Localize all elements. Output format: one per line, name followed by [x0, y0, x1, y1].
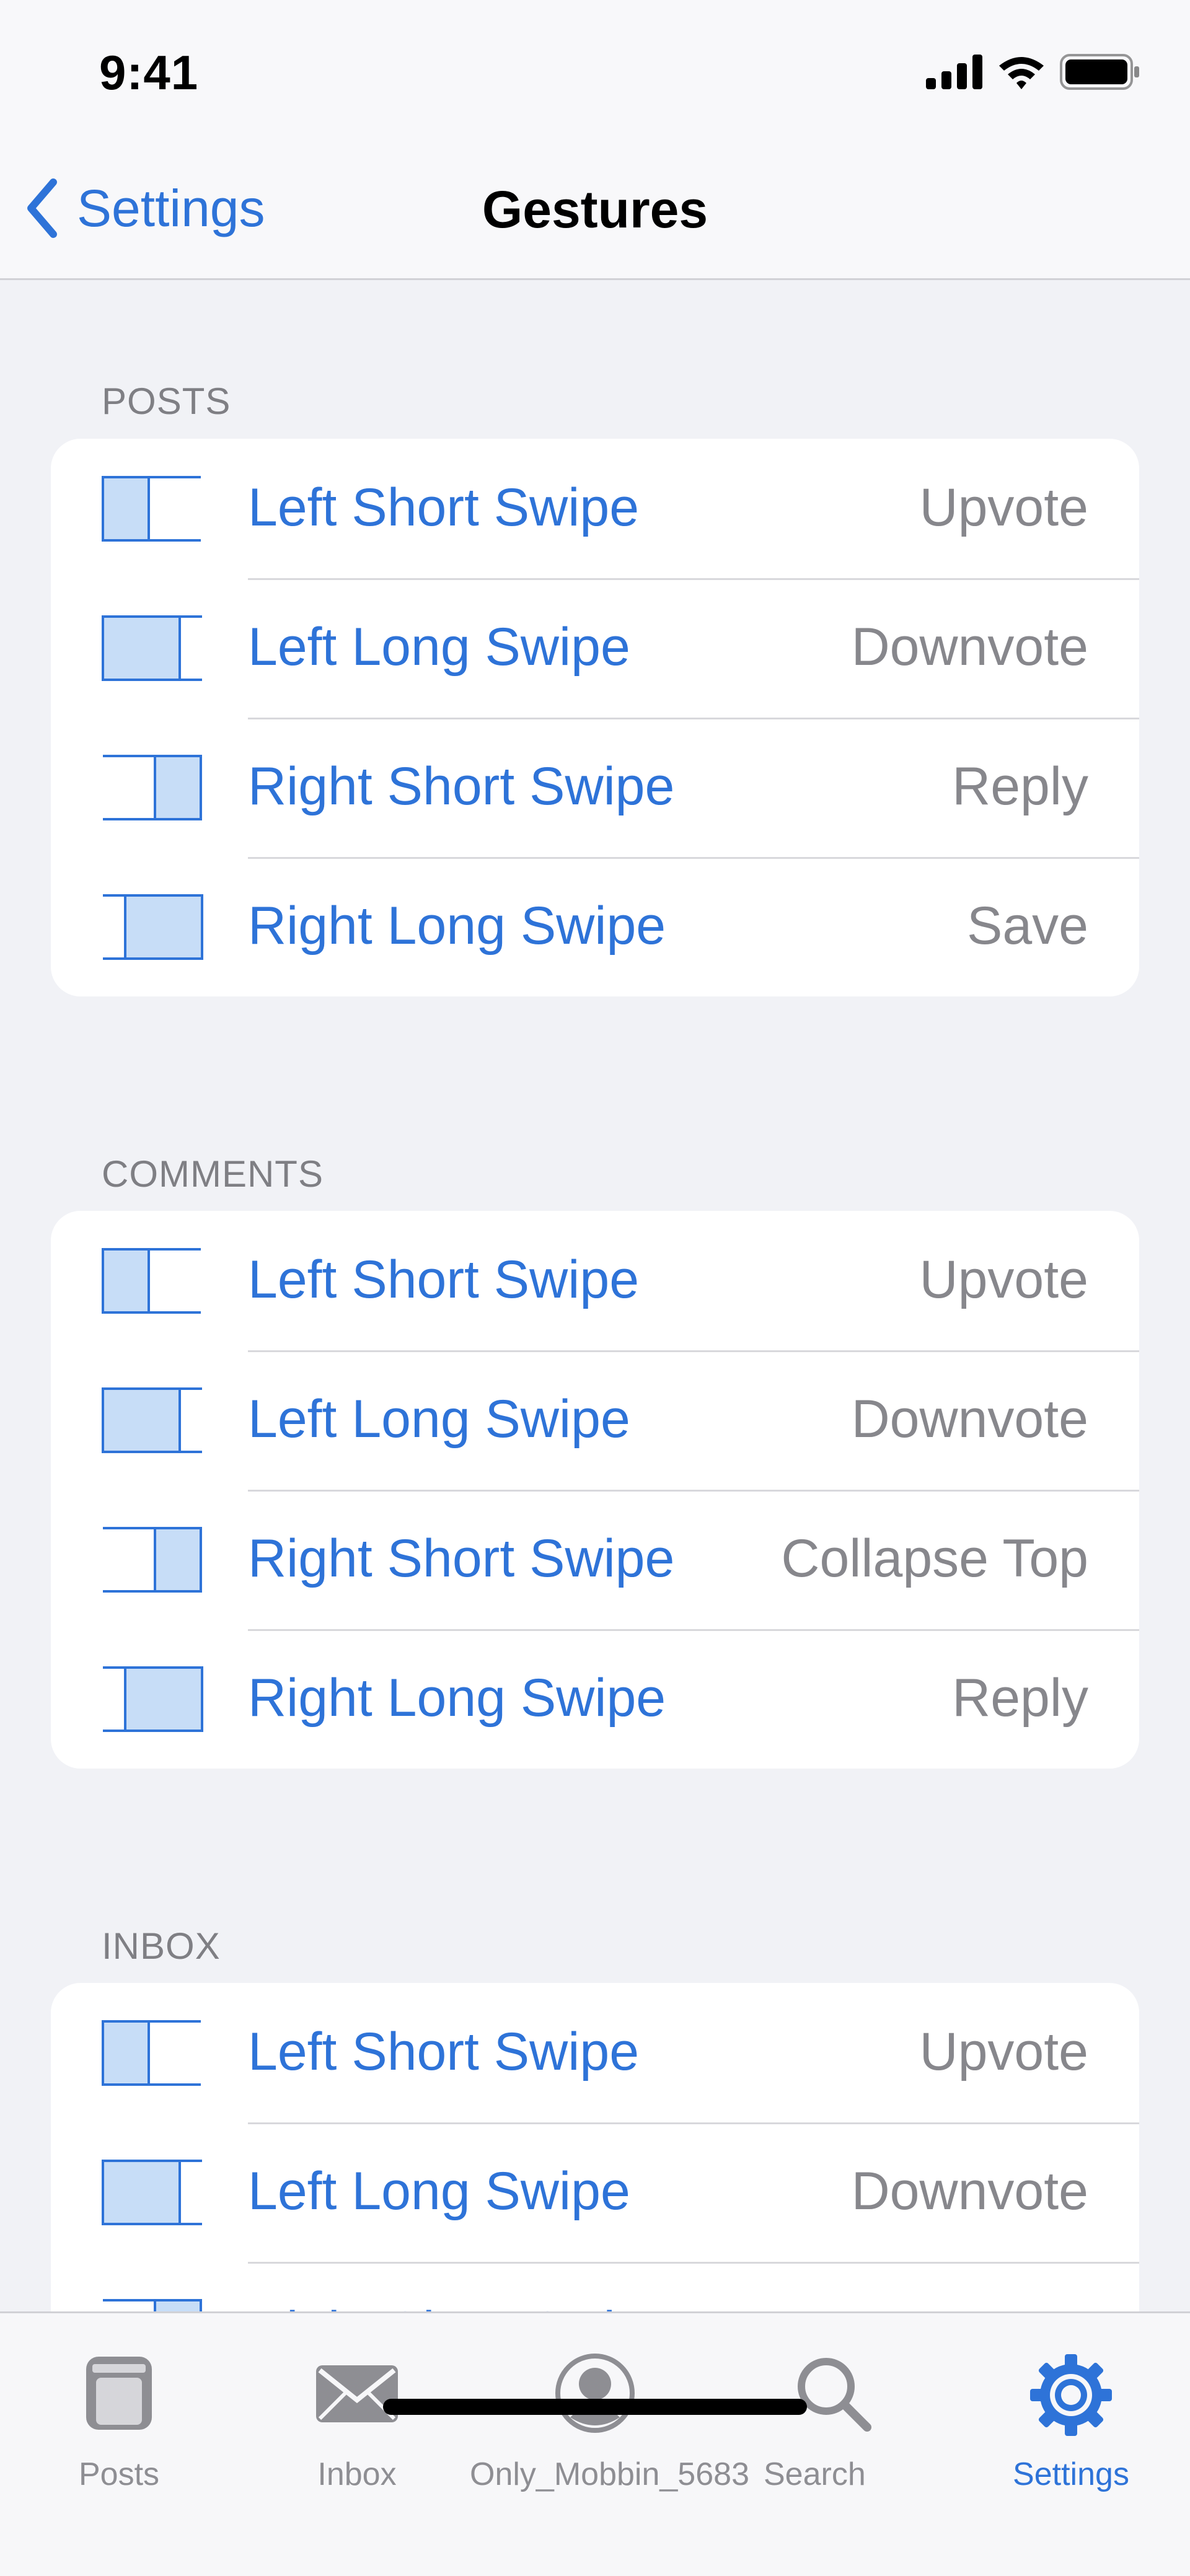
gesture-row[interactable]: Left Short Swipe Upvote	[51, 1211, 1139, 1350]
gestures-settings-screen: 9:41 Settings Gestures POSTS COMMENTS IN…	[0, 0, 1190, 2576]
gesture-label: Right Long Swipe	[248, 1668, 666, 1728]
tab-label-settings: Settings	[1013, 2456, 1129, 2492]
section-header-comments: COMMENTS	[102, 1153, 324, 1195]
left-long-swipe-icon	[102, 2160, 205, 2225]
gesture-row[interactable]: Right Long Swipe Reply	[51, 1629, 1139, 1769]
right-long-swipe-icon	[102, 1666, 205, 1732]
status-time: 9:41	[99, 45, 199, 100]
gesture-row[interactable]: Left Long Swipe Downvote	[51, 1350, 1139, 1490]
left-long-swipe-icon	[102, 615, 205, 681]
settings-gear-icon	[1030, 2354, 1112, 2436]
gesture-action-value: Upvote	[919, 478, 1089, 537]
cellular-signal-icon	[926, 55, 982, 89]
gesture-action-value: Downvote	[851, 2161, 1088, 2221]
wifi-icon	[999, 57, 1044, 89]
gesture-action-value: Upvote	[919, 2022, 1089, 2081]
gesture-row[interactable]: Left Long Swipe Downvote	[51, 2122, 1139, 2262]
section-header-posts: POSTS	[102, 380, 231, 422]
section-header-inbox: INBOX	[102, 1925, 221, 1967]
gesture-action-value: Reply	[952, 757, 1088, 816]
gesture-row[interactable]: Right Long Swipe Save	[51, 857, 1139, 996]
gesture-label: Right Short Swipe	[248, 757, 675, 816]
gesture-label: Right Long Swipe	[248, 896, 666, 956]
right-short-swipe-icon	[102, 755, 205, 820]
gesture-action-value: Save	[966, 896, 1088, 956]
tab-label-posts: Posts	[78, 2456, 160, 2492]
gesture-label: Left Short Swipe	[248, 1250, 640, 1309]
gesture-action-value: Reply	[952, 1668, 1088, 1728]
gesture-row[interactable]: Left Short Swipe Upvote	[51, 1983, 1139, 2122]
gesture-action-value: Downvote	[851, 1389, 1088, 1449]
posts-gesture-list: Left Short Swipe Upvote Left Long Swipe Dow…	[51, 439, 1139, 996]
left-short-swipe-icon	[102, 1248, 205, 1314]
gesture-row[interactable]: Left Short Swipe Upvote	[51, 439, 1139, 578]
gesture-row[interactable]: Right Short Swipe Reply	[51, 718, 1139, 857]
profile-icon	[555, 2354, 635, 2433]
gesture-label: Left Long Swipe	[248, 617, 630, 677]
gesture-action-value: Collapse Top	[781, 1529, 1088, 1588]
tab-label-profile: Only_Mobbin_5683	[470, 2456, 749, 2492]
right-long-swipe-icon	[102, 894, 205, 960]
battery-icon	[1060, 54, 1139, 90]
page-title: Gestures	[482, 180, 708, 239]
gesture-row[interactable]: Right Short Swipe Collapse Top	[51, 1490, 1139, 1629]
tab-posts[interactable]: Posts	[0, 2332, 238, 2492]
inbox-icon	[316, 2365, 398, 2422]
left-short-swipe-icon	[102, 476, 205, 542]
left-long-swipe-icon	[102, 1387, 205, 1453]
right-short-swipe-icon	[102, 1527, 205, 1593]
navigation-bar: Settings Gestures	[0, 143, 1190, 280]
tab-settings[interactable]: Settings	[952, 2332, 1190, 2492]
status-icons	[926, 53, 1140, 90]
posts-icon	[86, 2357, 152, 2430]
tab-bar: Posts Inbox Only_Mobbin_5683 Search Sett…	[0, 2311, 1190, 2576]
tab-label-search: Search	[764, 2456, 866, 2492]
gesture-label: Left Long Swipe	[248, 1389, 630, 1449]
gesture-label: Left Short Swipe	[248, 478, 640, 537]
tab-label-inbox: Inbox	[317, 2456, 397, 2492]
gesture-action-value: Upvote	[919, 1250, 1089, 1309]
gesture-row[interactable]: Left Long Swipe Downvote	[51, 578, 1139, 718]
gesture-label: Left Short Swipe	[248, 2022, 640, 2081]
gesture-action-value: Downvote	[851, 617, 1088, 677]
comments-gesture-list: Left Short Swipe Upvote Left Long Swipe Dow…	[51, 1211, 1139, 1769]
home-indicator	[383, 2399, 807, 2415]
search-icon	[798, 2358, 871, 2432]
gesture-label: Left Long Swipe	[248, 2161, 630, 2221]
status-bar: 9:41	[0, 0, 1190, 143]
left-short-swipe-icon	[102, 2020, 205, 2086]
gesture-label: Right Short Swipe	[248, 1529, 675, 1588]
